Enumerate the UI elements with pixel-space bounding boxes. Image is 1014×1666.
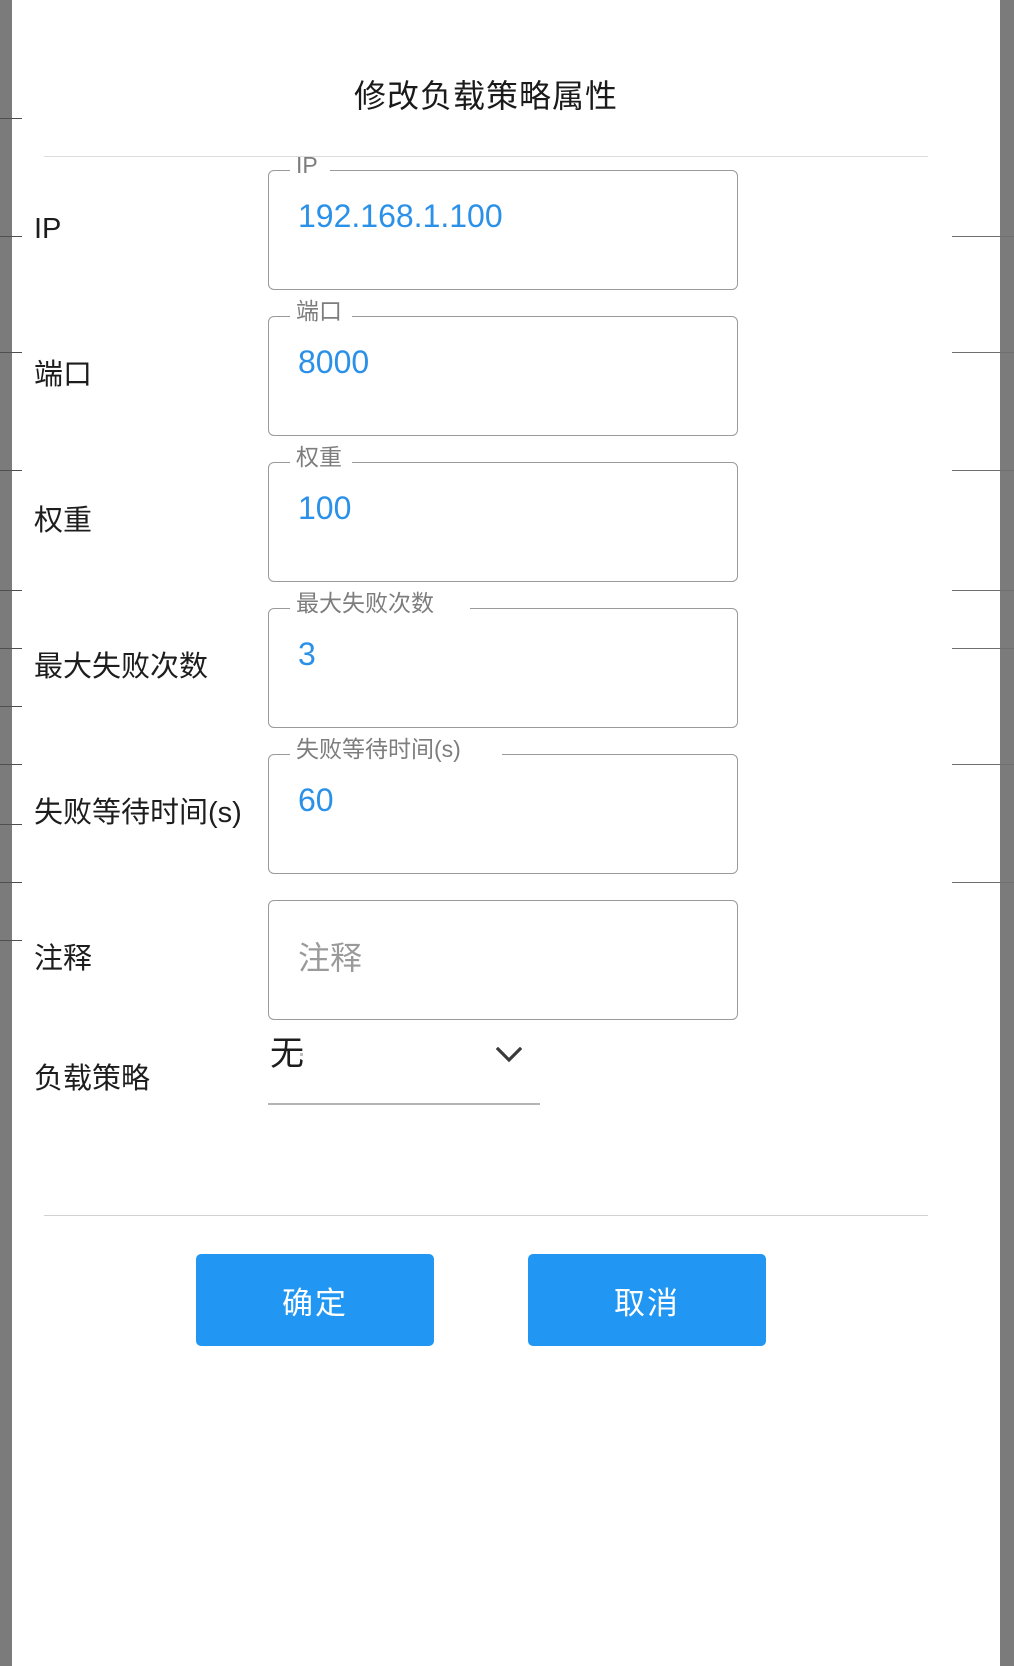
form-row-ip: IP IP 192.168.1.100: [22, 154, 950, 303]
form-row-port: 端口 端口 8000: [22, 300, 950, 449]
weight-field[interactable]: 权重 100: [268, 446, 738, 582]
dialog-form: IP IP 192.168.1.100 端口 端口 8000 权重 权重 100…: [22, 154, 950, 1163]
form-row-fail-timeout: 失败等待时间(s) 失败等待时间(s) 60: [22, 738, 950, 887]
background-table-left: [0, 0, 22, 1666]
port-field-value: 8000: [298, 344, 370, 380]
row-label-max-fails: 最大失败次数: [34, 651, 209, 684]
max-fails-field-legend: 最大失败次数: [296, 590, 434, 616]
chevron-down-icon: [496, 1047, 522, 1063]
row-label-weight: 权重: [34, 505, 93, 538]
fail-timeout-field-legend: 失败等待时间(s): [296, 736, 461, 762]
weight-field-value: 100: [298, 490, 352, 526]
ip-field[interactable]: IP 192.168.1.100: [268, 154, 738, 290]
row-label-comment: 注释: [34, 943, 93, 976]
form-row-comment: 注释 注释: [22, 887, 950, 1033]
dialog-title: 修改负载策略属性: [353, 78, 618, 114]
form-row-weight: 权重 权重 100: [22, 446, 950, 595]
port-field[interactable]: 端口 8000: [268, 300, 738, 436]
load-strategy-select[interactable]: 无: [268, 1033, 540, 1105]
form-row-max-fails: 最大失败次数 最大失败次数 3: [22, 592, 950, 741]
comment-field-placeholder: 注释: [298, 940, 363, 976]
weight-field-legend: 权重: [296, 444, 342, 470]
select-caret-dot: [300, 1053, 303, 1056]
row-label-ip: IP: [34, 213, 62, 246]
row-label-load-strategy: 负载策略: [34, 1063, 151, 1095]
row-label-fail-timeout: 失败等待时间(s): [34, 797, 242, 830]
dialog-footer: 确定 取消: [22, 1216, 950, 1346]
fail-timeout-field-outline: [268, 754, 738, 874]
cancel-button[interactable]: 取消: [528, 1254, 766, 1346]
ip-field-legend: IP: [296, 152, 318, 178]
max-fails-field-outline: [268, 608, 738, 728]
max-fails-field[interactable]: 最大失败次数 3: [268, 592, 738, 728]
background-table-right: [952, 0, 1014, 1666]
load-strategy-selected-value: 无: [270, 1035, 304, 1073]
max-fails-field-value: 3: [298, 636, 316, 672]
confirm-button[interactable]: 确定: [196, 1254, 434, 1346]
row-label-port: 端口: [34, 359, 93, 392]
load-strategy-underline: [268, 1103, 540, 1105]
form-row-load-strategy: 负载策略 无: [22, 1033, 950, 1163]
fail-timeout-field-value: 60: [298, 782, 334, 818]
edit-load-balance-dialog: 修改负载策略属性 IP IP 192.168.1.100 端口 端口 8000: [22, 8, 950, 1658]
fail-timeout-field[interactable]: 失败等待时间(s) 60: [268, 738, 738, 874]
ip-field-value: 192.168.1.100: [298, 198, 503, 234]
comment-field[interactable]: 注释: [268, 900, 738, 1020]
port-field-legend: 端口: [296, 298, 342, 324]
